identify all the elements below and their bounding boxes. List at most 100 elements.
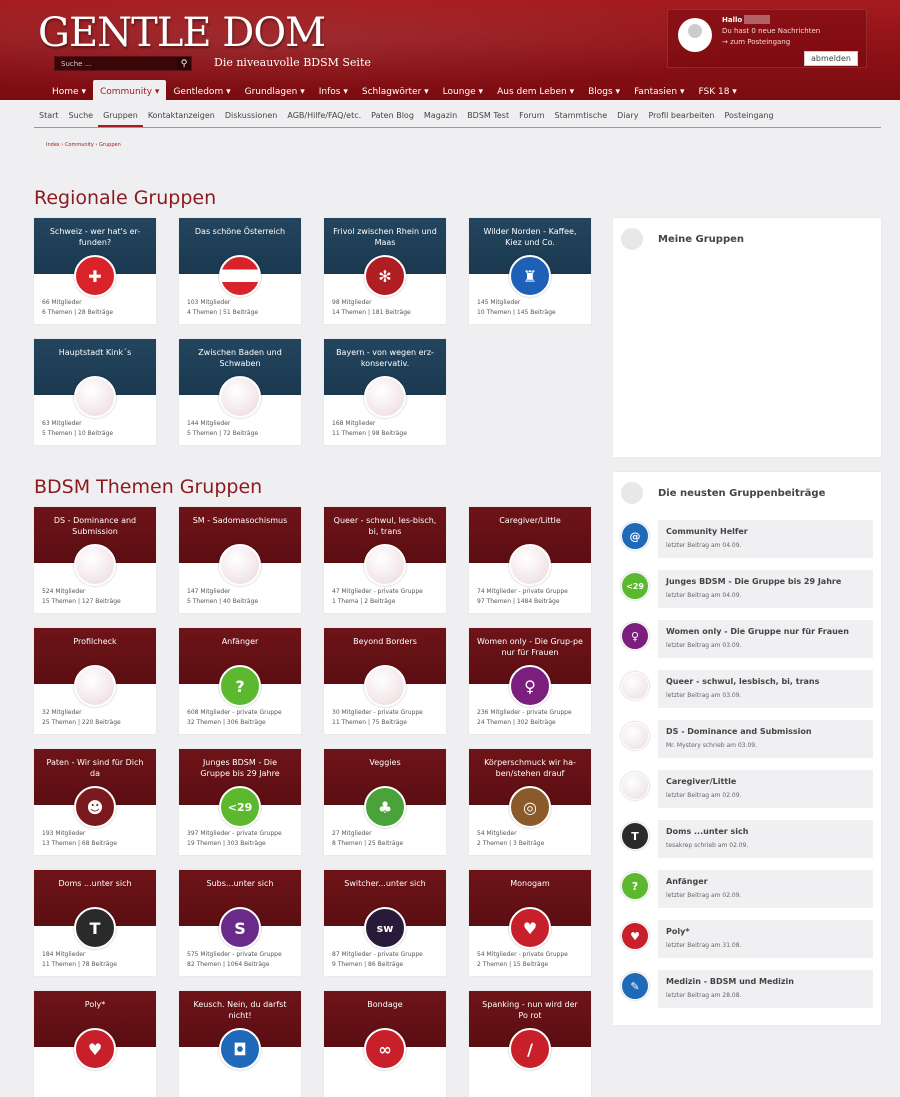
placeholder-icon[interactable] bbox=[364, 376, 406, 418]
placeholder-icon[interactable] bbox=[509, 544, 551, 586]
post-group-title[interactable]: Poly* bbox=[666, 927, 690, 936]
group-card[interactable]: Switcher...unter sich sw 87 Mitglieder - p… bbox=[324, 870, 446, 976]
group-card[interactable]: Beyond Borders 30 Mitglieder - private Gr… bbox=[324, 628, 446, 734]
hearts-icon[interactable]: ♥ bbox=[74, 1028, 116, 1070]
group-card[interactable]: Zwischen Baden und Schwaben 144 Mitgliede… bbox=[179, 339, 301, 445]
group-card[interactable]: Keusch. Nein, du darfst nicht! ◘ bbox=[179, 991, 301, 1097]
latest-post-item[interactable]: Caregiver/Little letzter Beitrag am 02.09… bbox=[621, 770, 873, 808]
lighthouse-icon[interactable]: ♜ bbox=[509, 255, 551, 297]
post-group-title[interactable]: Community Helfer bbox=[666, 527, 748, 536]
subnav-item[interactable]: Paten Blog bbox=[366, 108, 419, 127]
subnav-item[interactable]: Forum bbox=[514, 108, 549, 127]
latest-post-item[interactable]: T Doms ...unter sich tesakrep schrieb am 0… bbox=[621, 820, 873, 858]
group-card[interactable]: Bondage ∞ bbox=[324, 991, 446, 1097]
group-card[interactable]: Queer - schwul, les-bisch, bi, trans 47 M… bbox=[324, 507, 446, 613]
post-group-title[interactable]: Women only - Die Gruppe nur für Frauen bbox=[666, 627, 849, 636]
heart-icon[interactable]: ♥ bbox=[509, 907, 551, 949]
nav-item[interactable]: FSK 18 ▾ bbox=[692, 80, 744, 104]
the-dominant-icon[interactable]: T bbox=[621, 822, 649, 850]
subnav-item[interactable]: Gruppen bbox=[98, 108, 143, 127]
placeholder-icon[interactable] bbox=[364, 544, 406, 586]
group-card[interactable]: Körperschmuck wir ha-ben/stehen drauf ◎ 54… bbox=[469, 749, 591, 855]
subnav-item[interactable]: Profil bearbeiten bbox=[643, 108, 719, 127]
windmill-icon[interactable]: ✻ bbox=[364, 255, 406, 297]
search-icon[interactable]: ⚲ bbox=[177, 57, 191, 70]
question-icon[interactable]: ? bbox=[621, 872, 649, 900]
placeholder-icon[interactable] bbox=[74, 544, 116, 586]
latest-post-item[interactable]: ♀ Women only - Die Gruppe nur für Frauen l… bbox=[621, 620, 873, 658]
nav-item[interactable]: Community ▾ bbox=[92, 80, 167, 104]
subnav-item[interactable]: Start bbox=[34, 108, 64, 127]
subnav-item[interactable]: Diskussionen bbox=[220, 108, 283, 127]
latest-post-item[interactable]: <29 Junges BDSM - Die Gruppe bis 29 Jahre… bbox=[621, 570, 873, 608]
lock-icon[interactable]: ◘ bbox=[219, 1028, 261, 1070]
post-group-title[interactable]: DS - Dominance and Submission bbox=[666, 727, 812, 736]
group-card[interactable]: DS - Dominance and Submission 524 Mitglie… bbox=[34, 507, 156, 613]
group-card[interactable]: Hauptstadt Kink´s 63 Mitglieder 5 Themen |… bbox=[34, 339, 156, 445]
latest-post-item[interactable]: ♥ Poly* letzter Beitrag am 31.08. bbox=[621, 920, 873, 958]
placeholder-icon[interactable] bbox=[621, 722, 649, 750]
female-symbol-icon[interactable]: ♀ bbox=[621, 622, 649, 650]
group-card[interactable]: Doms ...unter sich T 184 Mitglieder 11 Them… bbox=[34, 870, 156, 976]
post-group-title[interactable]: Junges BDSM - Die Gruppe bis 29 Jahre bbox=[666, 577, 841, 586]
post-group-title[interactable]: Caregiver/Little bbox=[666, 777, 736, 786]
under-29-icon[interactable]: <29 bbox=[621, 572, 649, 600]
latest-post-item[interactable]: Queer - schwul, lesbisch, bi, trans letzt… bbox=[621, 670, 873, 708]
subnav-item[interactable]: Suche bbox=[64, 108, 99, 127]
placeholder-icon[interactable] bbox=[621, 772, 649, 800]
hearts-icon[interactable]: ♥ bbox=[621, 922, 649, 950]
submissive-icon[interactable]: S bbox=[219, 907, 261, 949]
group-card[interactable]: Profilcheck 32 Mitglieder 25 Themen | 220 … bbox=[34, 628, 156, 734]
placeholder-icon[interactable] bbox=[219, 376, 261, 418]
latest-post-item[interactable]: ✎ Medizin - BDSM und Medizin letzter Beitr… bbox=[621, 970, 873, 1008]
placeholder-icon[interactable] bbox=[219, 544, 261, 586]
switch-icon[interactable]: sw bbox=[364, 907, 406, 949]
group-card[interactable]: Anfänger? 608 Mitglieder - private Gruppe… bbox=[179, 628, 301, 734]
subnav-item[interactable]: BDSM Test bbox=[462, 108, 514, 127]
breadcrumb[interactable]: Index › Community › Gruppen bbox=[46, 142, 121, 148]
post-group-title[interactable]: Queer - schwul, lesbisch, bi, trans bbox=[666, 677, 819, 686]
subnav-item[interactable]: Kontaktanzeigen bbox=[143, 108, 220, 127]
nav-item[interactable]: Fantasien ▾ bbox=[627, 80, 691, 104]
messages-count[interactable]: Du hast 0 neue Nachrichten bbox=[722, 27, 820, 35]
under-29-icon[interactable]: <29 bbox=[219, 786, 261, 828]
at-sign-icon[interactable]: @ bbox=[621, 522, 649, 550]
group-card[interactable]: Caregiver/Little 74 Mitglieder - private … bbox=[469, 507, 591, 613]
latest-post-item[interactable]: DS - Dominance and Submission Mr. Mystery… bbox=[621, 720, 873, 758]
subnav-item[interactable]: Diary bbox=[612, 108, 643, 127]
nav-item[interactable]: Grundlagen ▾ bbox=[238, 80, 312, 104]
nav-item[interactable]: Home ▾ bbox=[45, 80, 93, 104]
group-card[interactable]: Monogam ♥ 54 Mitglieder - private Gruppe 2 … bbox=[469, 870, 591, 976]
people-group-icon[interactable]: ☻ bbox=[74, 786, 116, 828]
post-group-title[interactable]: Medizin - BDSM und Medizin bbox=[666, 977, 794, 986]
group-card[interactable]: Wilder Norden - Kaffee, Kiez und Co. ♜ 145… bbox=[469, 218, 591, 324]
post-group-title[interactable]: Anfänger bbox=[666, 877, 708, 886]
group-card[interactable]: Bayern - von wegen erz-konservativ. 168 M… bbox=[324, 339, 446, 445]
placeholder-icon[interactable] bbox=[74, 376, 116, 418]
site-logo[interactable]: GENTLE DOM bbox=[38, 10, 326, 56]
placeholder-icon[interactable] bbox=[74, 665, 116, 707]
latest-post-item[interactable]: ? Anfänger letzter Beitrag am 02.09. bbox=[621, 870, 873, 908]
nav-item[interactable]: Infos ▾ bbox=[312, 80, 355, 104]
nav-item[interactable]: Schlagwörter ▾ bbox=[355, 80, 436, 104]
group-card[interactable]: Junges BDSM - Die Gruppe bis 29 Jahre <29… bbox=[179, 749, 301, 855]
group-card[interactable]: Paten - Wir sind für Dich da ☻ 193 Mitglie… bbox=[34, 749, 156, 855]
subnav-item[interactable]: AGB/Hilfe/FAQ/etc. bbox=[282, 108, 366, 127]
the-dominant-icon[interactable]: T bbox=[74, 907, 116, 949]
subnav-item[interactable]: Stammtische bbox=[550, 108, 613, 127]
search-box[interactable]: Suche ... ⚲ bbox=[54, 56, 192, 71]
inbox-link[interactable]: → zum Posteingang bbox=[722, 38, 790, 46]
logout-button[interactable]: abmelden bbox=[804, 51, 858, 66]
syringe-icon[interactable]: ✎ bbox=[621, 972, 649, 1000]
latest-post-item[interactable]: @ Community Helfer letzter Beitrag am 04.0… bbox=[621, 520, 873, 558]
group-card[interactable]: Women only - Die Grup-pe nur für Frauen ♀… bbox=[469, 628, 591, 734]
group-card[interactable]: SM - Sadomasochismus 147 Mitglieder 5 Them… bbox=[179, 507, 301, 613]
nav-item[interactable]: Gentledom ▾ bbox=[166, 80, 237, 104]
placeholder-icon[interactable] bbox=[364, 665, 406, 707]
group-card[interactable]: Das schöne Österreich 103 Mitglieder 4 The… bbox=[179, 218, 301, 324]
placeholder-icon[interactable] bbox=[621, 672, 649, 700]
group-card[interactable]: Schweiz - wer hat's er-funden? ✚ 66 Mitgli… bbox=[34, 218, 156, 324]
question-icon[interactable]: ? bbox=[219, 665, 261, 707]
rope-icon[interactable]: ∞ bbox=[364, 1028, 406, 1070]
austria-flag-icon[interactable] bbox=[219, 255, 261, 297]
